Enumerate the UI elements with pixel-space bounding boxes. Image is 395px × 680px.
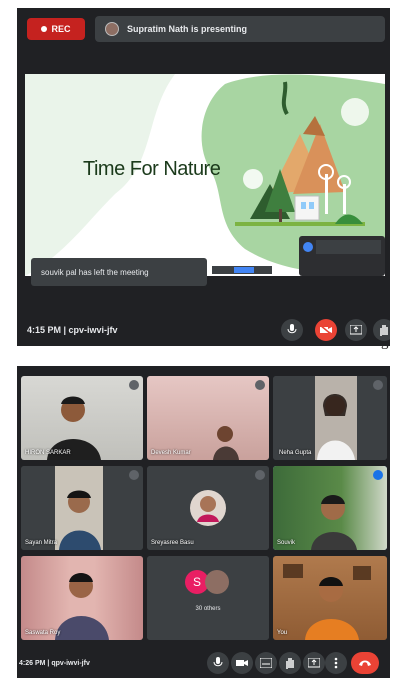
mic-off-icon [373, 380, 383, 390]
end-call-button[interactable] [351, 652, 379, 674]
raise-hand-button[interactable] [373, 319, 390, 341]
recording-badge: REC [27, 18, 85, 40]
participant-tile[interactable]: Neha Gupta [273, 376, 387, 460]
participant-name: Sayan Mitra [25, 540, 58, 546]
present-button[interactable] [345, 319, 367, 341]
speaking-indicator-icon [373, 470, 383, 480]
raise-hand-button[interactable] [279, 652, 301, 674]
participant-video [55, 573, 109, 640]
participant-left-toast: souvik pal has left the meeting [31, 258, 207, 286]
toast-text: souvik pal has left the meeting [41, 267, 149, 277]
participant-tile[interactable]: HIRON SARKAR [21, 376, 143, 460]
captions-button[interactable] [255, 652, 277, 674]
participant-video [283, 564, 371, 640]
raise-hand-icon [286, 658, 294, 669]
participant-name: Souvik [277, 540, 296, 546]
participant-tile[interactable]: Sayan Mitra [21, 466, 143, 550]
mic-button[interactable] [207, 652, 229, 674]
participant-name: HIRON SARKAR [25, 450, 71, 456]
present-icon [308, 658, 320, 668]
participant-name: You [277, 630, 288, 636]
meet-screenshot-presentation: REC Supratim Nath is presenting Time For… [17, 8, 390, 346]
presentation-popup [299, 236, 385, 276]
participant-name: Saswata Roy [25, 630, 61, 636]
present-icon [350, 325, 362, 335]
end-call-icon [359, 660, 371, 666]
record-dot-icon [41, 26, 48, 32]
participant-name: Neha Gupta [279, 450, 312, 456]
camera-off-icon [320, 325, 332, 335]
others-tile[interactable]: S 30 others [147, 556, 269, 640]
participant-video [311, 495, 357, 550]
participant-video [47, 396, 101, 460]
participant-tile-speaking[interactable]: Souvik [273, 466, 387, 550]
participant-avatar [190, 490, 226, 526]
more-options-button[interactable] [325, 652, 347, 674]
avatar [105, 22, 119, 36]
meeting-time: 4:26 PM | qpv-iwvi-jfv [19, 659, 90, 667]
camera-button[interactable] [231, 652, 253, 674]
mic-button[interactable] [281, 319, 303, 341]
participant-name: Sreyasree Basu [151, 540, 194, 546]
participant-tile[interactable]: Sreyasree Basu [147, 466, 269, 550]
chrome-icon [303, 242, 313, 252]
rec-label: REC [51, 24, 71, 34]
more-icon [334, 657, 338, 669]
mic-icon [213, 657, 223, 667]
mic-off-icon [255, 380, 265, 390]
others-count: 30 others [195, 606, 221, 612]
camera-toggle-button[interactable] [315, 319, 337, 341]
presenting-text: Supratim Nath is presenting [127, 24, 248, 34]
camera-icon [236, 660, 248, 666]
participant-video [213, 426, 239, 460]
slides-toolbar [212, 266, 272, 274]
mic-off-icon [129, 470, 139, 480]
mic-icon [287, 324, 297, 334]
self-view-tile[interactable]: You [273, 556, 387, 640]
participant-tile[interactable]: Saswata Roy [21, 556, 143, 640]
participant-tile[interactable]: Devesh Kumar [147, 376, 269, 460]
slide-title: Time For Nature [83, 158, 221, 180]
meeting-time: 4:15 PM | cpv-iwvi-jfv [27, 325, 118, 335]
avatar [205, 570, 229, 594]
participant-video [315, 376, 357, 460]
participant-video [55, 466, 103, 550]
mic-off-icon [255, 470, 265, 480]
mic-off-icon [129, 380, 139, 390]
raise-hand-icon [380, 325, 388, 336]
participant-name: Devesh Kumar [151, 450, 191, 456]
present-button[interactable] [303, 652, 325, 674]
presenting-banner: Supratim Nath is presenting [95, 16, 385, 42]
captions-icon [260, 658, 272, 668]
meet-screenshot-grid: HIRON SARKAR Devesh Kumar Neha Gupta Say… [17, 366, 390, 678]
